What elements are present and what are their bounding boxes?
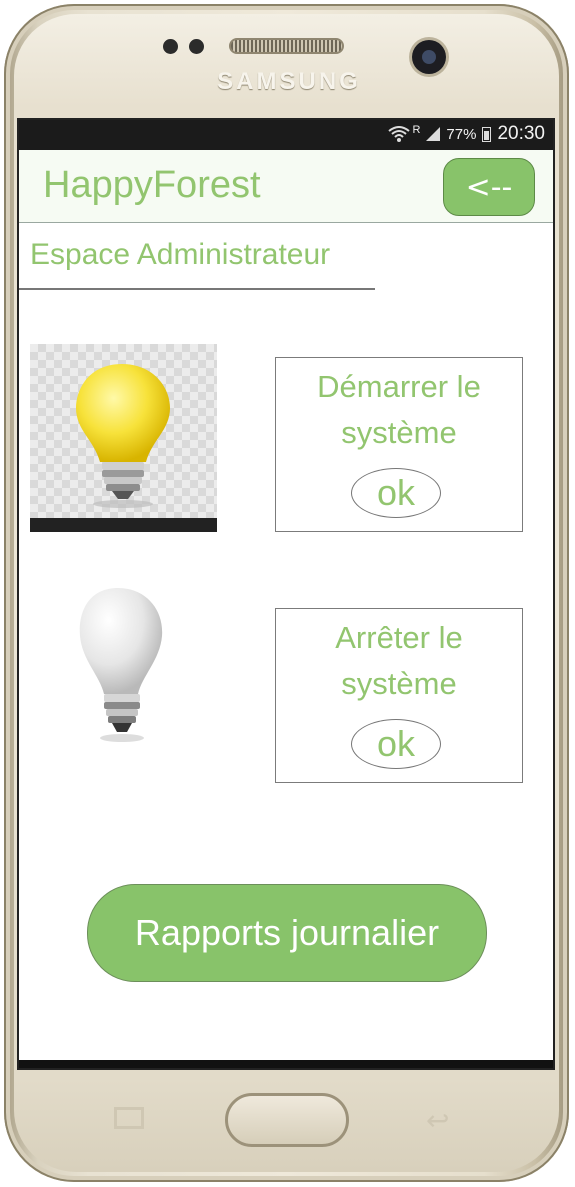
roaming-badge: R (412, 124, 421, 136)
signal-icon (426, 127, 441, 141)
sensor-dot (163, 39, 178, 54)
status-icons: R 77% 20:30 (388, 123, 545, 145)
screen: R 77% 20:30 HappyForest <-- Espace Admin… (17, 118, 555, 1070)
start-system-label: Démarrer le système (276, 364, 522, 456)
section-divider (19, 288, 375, 290)
stop-system-line1: Arrêter le (335, 620, 463, 655)
daily-reports-button[interactable]: Rapports journalier (87, 884, 487, 982)
wifi-icon (388, 126, 411, 142)
battery-icon (482, 126, 492, 142)
stop-ok-button[interactable]: ok (351, 719, 441, 769)
back-key-icon[interactable]: ↩ (426, 1104, 449, 1137)
stop-system-label: Arrêter le système (276, 615, 522, 707)
status-bar: R 77% 20:30 (19, 120, 553, 150)
start-system-panel: Démarrer le système ok (275, 357, 523, 532)
start-system-line2: système (341, 415, 457, 450)
device-brand: SAMSUNG (217, 68, 361, 95)
earpiece-speaker (229, 38, 344, 54)
home-key[interactable] (225, 1093, 349, 1147)
bulb-on-icon (30, 344, 217, 532)
bulb-off-icon (30, 566, 217, 766)
app-bar: HappyForest <-- (19, 150, 553, 223)
start-ok-button[interactable]: ok (351, 468, 441, 518)
image-caption-strip (30, 518, 217, 532)
back-button[interactable]: <-- (443, 158, 535, 216)
battery-percent: 77% (446, 125, 477, 143)
section-title: Espace Administrateur (30, 238, 331, 271)
screen-bottom-edge (19, 1060, 553, 1068)
app-title: HappyForest (43, 164, 261, 206)
front-camera (412, 40, 446, 74)
recent-apps-key[interactable] (114, 1107, 144, 1129)
stop-system-line2: système (341, 666, 457, 701)
stop-system-panel: Arrêter le système ok (275, 608, 523, 783)
start-system-line1: Démarrer le (317, 369, 481, 404)
clock: 20:30 (497, 123, 545, 144)
sensor-dot (189, 39, 204, 54)
